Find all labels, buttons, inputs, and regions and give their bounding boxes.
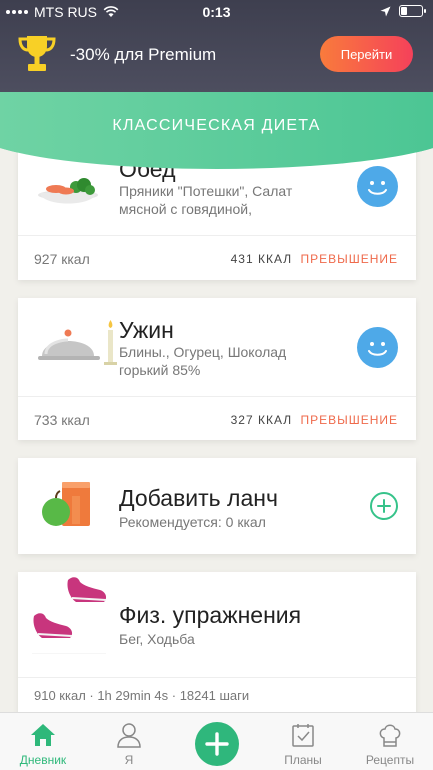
tab-me[interactable]: Я — [86, 713, 172, 770]
location-arrow-icon — [380, 6, 391, 16]
tab-label: Я — [124, 753, 134, 767]
tab-bar: Дневник Я Планы Рецепты — [0, 712, 433, 770]
apple-juice-icon — [42, 482, 90, 526]
clock: 0:13 — [202, 4, 231, 20]
exercise-types: Бег, Ходьба — [119, 631, 195, 647]
status-bar: MTS RUS 0:13 — [0, 0, 433, 24]
plus-icon — [377, 499, 391, 513]
status-right — [380, 5, 426, 17]
go-premium-button[interactable]: Перейти — [320, 36, 413, 72]
exercise-summary: 910 ккал · 1h 29min 4s · 18241 шаги — [34, 688, 250, 703]
meal-title: Обед — [119, 156, 176, 182]
top-banner: MTS RUS 0:13 -30% для Premium Перейти — [0, 0, 433, 92]
sneakers-icon — [32, 577, 107, 654]
smiley-icon[interactable] — [357, 166, 398, 207]
calendar-check-icon — [292, 724, 314, 747]
salad-bowl-icon — [38, 178, 98, 204]
battery-icon — [399, 5, 426, 17]
tab-recipes[interactable]: Рецепты — [347, 713, 433, 770]
meal-title: Ужин — [119, 317, 174, 343]
tab-diary[interactable]: Дневник — [0, 713, 86, 770]
promo-text: -30% для Premium — [70, 45, 217, 64]
over-value: 431 ККАЛ — [230, 252, 293, 266]
promo-banner: -30% для Premium Перейти — [0, 30, 433, 80]
over-label: ПРЕВЫШЕНИЕ — [300, 252, 398, 266]
over-label: ПРЕВЫШЕНИЕ — [300, 413, 398, 427]
divider — [18, 235, 416, 236]
plus-icon — [205, 732, 229, 756]
add-snack-title: Добавить ланч — [119, 485, 278, 511]
divider — [18, 396, 416, 397]
home-icon — [31, 724, 55, 746]
person-icon — [117, 723, 141, 748]
add-snack-card[interactable]: Добавить ланч Рекомендуется: 0 ккал — [18, 458, 416, 554]
tab-label: Планы — [284, 753, 322, 767]
add-button[interactable] — [195, 722, 239, 766]
add-snack-button[interactable] — [370, 492, 398, 520]
diet-title[interactable]: КЛАССИЧЕСКАЯ ДИЕТА — [0, 117, 433, 135]
snack-recommendation: Рекомендуется: 0 ккал — [119, 514, 266, 530]
meal-over-info: 431 ККАЛ ПРЕВЫШЕНИЕ — [231, 252, 398, 266]
exercise-card[interactable]: Физ. упражнения Бег, Ходьба 910 ккал · 1… — [18, 572, 416, 722]
meal-kcal: 927 ккал — [34, 251, 90, 267]
tab-label: Рецепты — [365, 753, 415, 767]
tab-label: Дневник — [19, 753, 67, 767]
exercise-title: Физ. упражнения — [119, 602, 302, 628]
meal-card-lunch[interactable]: Обед Пряники "Потешки", Салат мясной с г… — [18, 150, 416, 280]
tab-plans[interactable]: Планы — [260, 713, 346, 770]
meal-items: Блины., Огурец, Шоколад горький 85% — [119, 344, 287, 378]
trophy-icon — [18, 36, 56, 71]
meal-card-dinner[interactable]: Ужин Блины., Огурец, Шоколад горький 85%… — [18, 298, 416, 440]
divider — [18, 677, 416, 678]
meal-over-info: 327 ККАЛ ПРЕВЫШЕНИЕ — [231, 413, 398, 427]
cloche-icon — [38, 320, 117, 365]
smiley-icon[interactable] — [357, 327, 398, 368]
meal-items: Пряники "Потешки", Салат мясной с говяди… — [119, 183, 293, 217]
chef-hat-icon — [379, 724, 401, 747]
over-value: 327 ККАЛ — [230, 413, 293, 427]
meal-kcal: 733 ккал — [34, 412, 90, 428]
